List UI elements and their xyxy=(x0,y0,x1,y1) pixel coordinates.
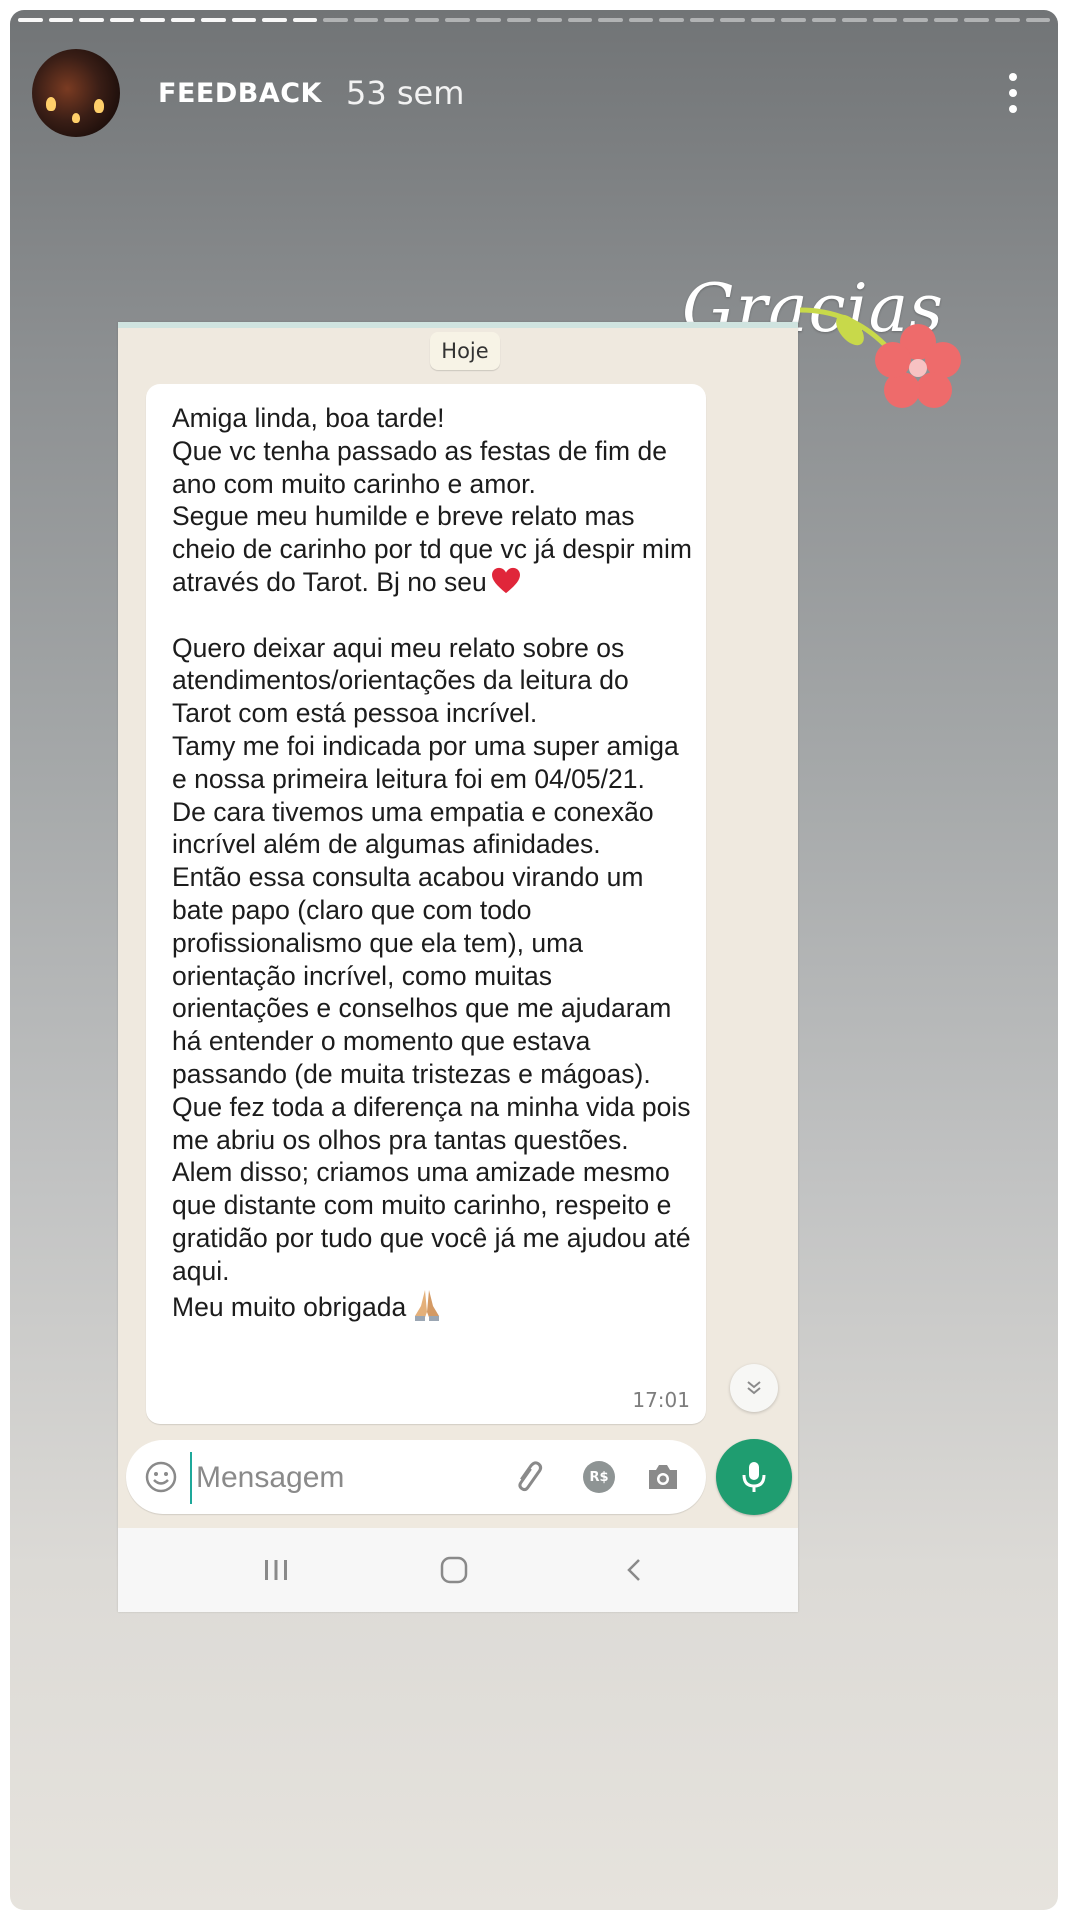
dot-icon xyxy=(1009,73,1017,81)
back-button[interactable] xyxy=(614,1550,654,1590)
progress-segment xyxy=(170,18,196,22)
progress-segment xyxy=(231,18,257,22)
double-chevron-down-icon xyxy=(747,1381,761,1395)
message-input-bar: R$ xyxy=(126,1440,706,1514)
chat-screenshot: Hoje Amiga linda, boa tarde! Que vc tenh… xyxy=(118,322,798,1612)
avatar[interactable] xyxy=(32,49,120,137)
candle-flame-icon xyxy=(94,99,104,113)
message-bubble[interactable]: Amiga linda, boa tarde! Que vc tenha pas… xyxy=(146,384,706,1424)
progress-segment xyxy=(353,18,379,22)
progress-segment xyxy=(750,18,776,22)
progress-segment xyxy=(79,18,104,22)
android-nav-bar xyxy=(118,1528,798,1612)
progress-segment xyxy=(18,18,43,22)
message-time: 17:01 xyxy=(632,1388,690,1412)
progress-segment xyxy=(628,18,654,22)
story-frame: FEEDBACK 53 sem Gracias Hoje Amiga linda… xyxy=(10,10,1058,1910)
candle-flame-icon xyxy=(72,113,80,123)
message-text-part1: Amiga linda, boa tarde! Que vc tenha pas… xyxy=(172,403,692,597)
progress-segment xyxy=(933,18,959,22)
home-icon xyxy=(440,1556,468,1584)
progress-segment xyxy=(537,18,562,22)
progress-segment xyxy=(659,18,684,22)
praying-hands-icon xyxy=(415,1289,440,1321)
progress-segment xyxy=(323,18,348,22)
paperclip-icon[interactable] xyxy=(511,1458,549,1496)
progress-segment xyxy=(445,18,470,22)
progress-segment xyxy=(414,18,440,22)
message-input[interactable] xyxy=(190,1452,478,1504)
progress-segment xyxy=(964,18,989,22)
dot-icon xyxy=(1009,105,1017,113)
progress-segment xyxy=(1025,18,1051,22)
candle-flame-icon xyxy=(46,97,56,111)
progress-segment xyxy=(872,18,898,22)
progress-segment xyxy=(811,18,837,22)
progress-segment xyxy=(842,18,867,22)
microphone-button[interactable] xyxy=(716,1439,792,1515)
scroll-down-button[interactable] xyxy=(730,1364,778,1412)
message-text: Amiga linda, boa tarde! Que vc tenha pas… xyxy=(172,402,692,1323)
dot-icon xyxy=(1009,89,1017,97)
recent-apps-icon xyxy=(265,1560,287,1580)
progress-segment xyxy=(567,18,593,22)
progress-segment xyxy=(995,18,1020,22)
progress-segment xyxy=(48,18,74,22)
more-options-button[interactable] xyxy=(998,63,1028,123)
heart-icon xyxy=(491,567,520,594)
microphone-icon xyxy=(742,1462,766,1492)
progress-segment xyxy=(781,18,806,22)
progress-segment xyxy=(140,18,165,22)
emoji-icon[interactable] xyxy=(144,1460,178,1494)
recent-apps-button[interactable] xyxy=(256,1550,296,1590)
progress-segment xyxy=(201,18,226,22)
progress-segment xyxy=(598,18,623,22)
back-icon xyxy=(627,1559,640,1581)
story-header: FEEDBACK 53 sem xyxy=(32,48,1028,138)
progress-segment xyxy=(689,18,715,22)
story-progress-bar xyxy=(18,18,1051,23)
progress-segment xyxy=(506,18,532,22)
card-top-strip xyxy=(118,322,798,328)
progress-segment xyxy=(475,18,501,22)
camera-icon[interactable] xyxy=(644,1458,682,1496)
progress-segment xyxy=(109,18,135,22)
progress-segment xyxy=(720,18,745,22)
progress-segment xyxy=(384,18,409,22)
progress-segment xyxy=(262,18,287,22)
account-name[interactable]: FEEDBACK xyxy=(158,78,322,109)
post-time: 53 sem xyxy=(345,74,465,112)
message-text-part2: Quero deixar aqui meu relato sobre os at… xyxy=(172,632,691,1322)
home-button[interactable] xyxy=(434,1550,474,1590)
flower-icon xyxy=(799,307,961,408)
date-chip: Hoje xyxy=(430,332,500,370)
progress-segment xyxy=(292,18,318,22)
progress-segment xyxy=(903,18,928,22)
payment-button[interactable]: R$ xyxy=(583,1461,615,1493)
